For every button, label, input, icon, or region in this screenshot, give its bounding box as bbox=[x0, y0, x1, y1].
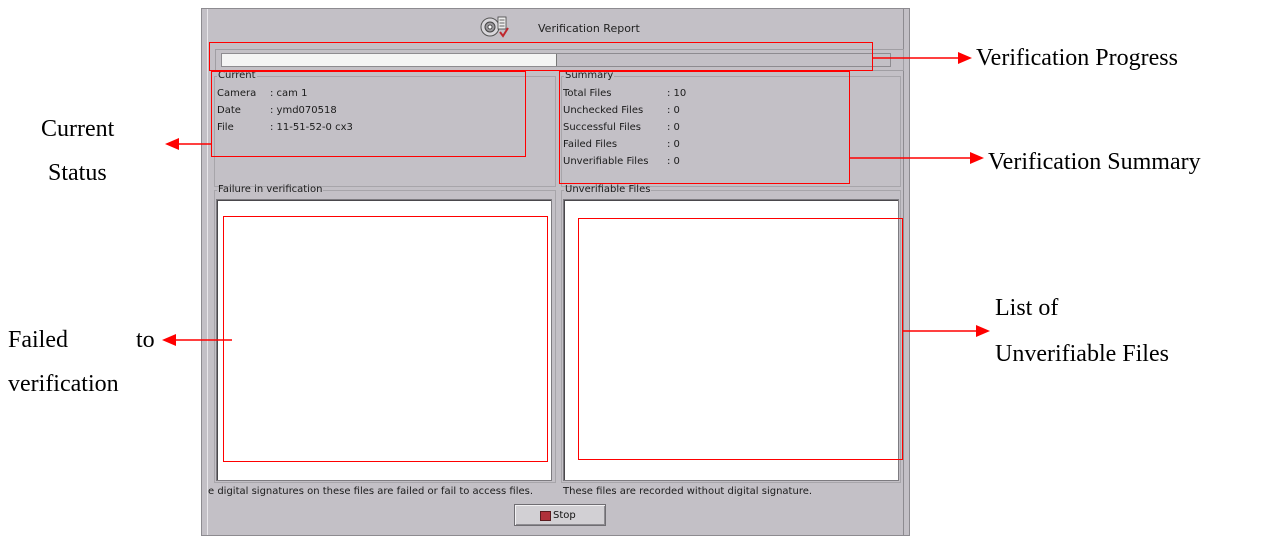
annotation-progress: Verification Progress bbox=[976, 45, 1178, 71]
annotation-failed-2: verification bbox=[8, 371, 119, 397]
annotation-failed-1b: to bbox=[136, 327, 155, 353]
failed-arrowhead bbox=[162, 334, 176, 346]
unverifiable-arrowhead bbox=[976, 325, 990, 337]
annotation-summary: Verification Summary bbox=[988, 149, 1201, 175]
annotation-arrows bbox=[162, 52, 990, 346]
annotation-current-2: Status bbox=[48, 160, 107, 186]
progress-arrowhead bbox=[958, 52, 972, 64]
current-arrowhead bbox=[165, 138, 179, 150]
annotation-unverifiable-1: List of bbox=[995, 295, 1059, 321]
annotation-current-1: Current bbox=[41, 116, 115, 142]
annotation-failed-1a: Failed bbox=[8, 327, 68, 353]
summary-arrowhead bbox=[970, 152, 984, 164]
annotation-unverifiable-2: Unverifiable Files bbox=[995, 341, 1169, 367]
